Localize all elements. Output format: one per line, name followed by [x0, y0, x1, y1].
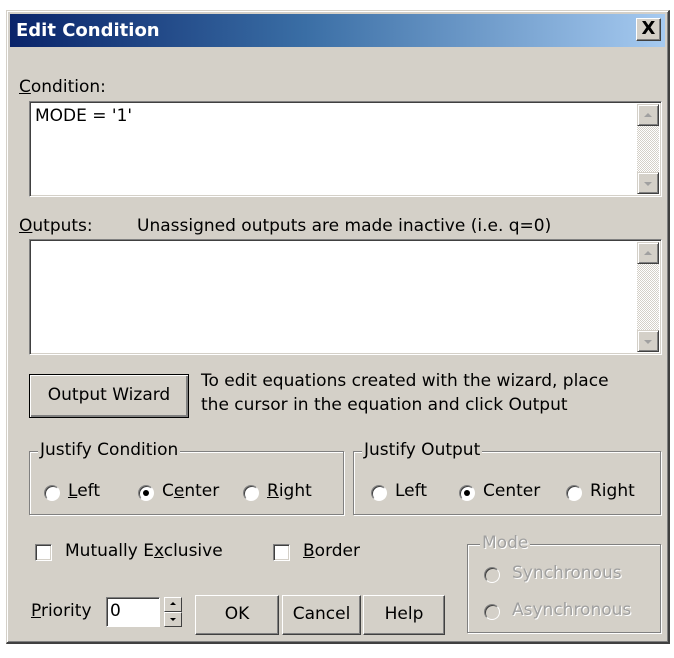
condition-scroll-down-button[interactable]	[637, 172, 659, 194]
help-button[interactable]: Help	[363, 595, 445, 635]
justify-condition-right-label[interactable]: Right	[267, 481, 312, 501]
window-title: Edit Condition	[16, 20, 160, 41]
spin-up-icon	[170, 602, 176, 605]
outputs-scroll-down-button[interactable]	[637, 330, 659, 352]
outputs-textarea[interactable]	[29, 239, 662, 355]
condition-text: MODE = '1'	[35, 106, 133, 126]
priority-input[interactable]: 0	[106, 597, 160, 627]
synchronous-radio	[484, 567, 500, 583]
outputs-label: Outputs:	[19, 216, 93, 236]
justify-output-group: Justify Output Left Center Right	[353, 440, 661, 515]
justify-condition-center-radio[interactable]	[138, 485, 154, 501]
priority-label: Priority	[31, 601, 92, 621]
asynchronous-radio	[484, 604, 500, 620]
edit-condition-dialog: Edit Condition X Condition: MODE = '1' O…	[6, 10, 670, 644]
mutually-exclusive-checkbox[interactable]	[35, 544, 52, 561]
justify-condition-center-label[interactable]: Center	[162, 481, 219, 501]
spin-down-icon	[170, 618, 176, 621]
arrow-up-icon	[644, 251, 652, 255]
title-bar[interactable]: Edit Condition X	[10, 14, 665, 47]
justify-condition-title: Justify Condition	[38, 440, 181, 460]
justify-output-left-radio[interactable]	[371, 485, 387, 501]
arrow-down-icon	[644, 340, 652, 344]
border-checkbox[interactable]	[273, 544, 290, 561]
justify-output-center-radio[interactable]	[459, 485, 475, 501]
arrow-down-icon	[644, 182, 652, 186]
outputs-scroll-up-button[interactable]	[637, 242, 659, 264]
justify-condition-right-radio[interactable]	[243, 485, 259, 501]
mutually-exclusive-label[interactable]: Mutually Exclusive	[65, 541, 223, 561]
justify-condition-left-label[interactable]: Left	[68, 481, 100, 501]
condition-textarea[interactable]: MODE = '1'	[29, 101, 662, 197]
mode-group: Mode Synchronous Asynchronous	[467, 533, 661, 633]
outputs-scrollbar[interactable]	[637, 242, 659, 352]
close-button[interactable]: X	[636, 18, 661, 41]
outputs-note: Unassigned outputs are made inactive (i.…	[137, 216, 552, 236]
wizard-hint-line1: To edit equations created with the wizar…	[201, 371, 609, 391]
justify-output-center-label[interactable]: Center	[483, 481, 540, 501]
close-icon: X	[641, 18, 656, 39]
synchronous-label: Synchronous	[512, 563, 622, 583]
condition-scrollbar[interactable]	[637, 104, 659, 194]
cancel-button[interactable]: Cancel	[282, 595, 361, 635]
priority-spin-down[interactable]	[164, 612, 182, 627]
output-wizard-button[interactable]: Output Wizard	[29, 374, 189, 418]
justify-output-title: Justify Output	[362, 440, 483, 460]
wizard-hint-line2: the cursor in the equation and click Out…	[201, 395, 568, 415]
asynchronous-label: Asynchronous	[512, 600, 632, 620]
justify-condition-group: Justify Condition Left Center Right	[29, 440, 344, 515]
mode-title: Mode	[480, 533, 531, 553]
condition-label: Condition:	[19, 77, 106, 97]
ok-button[interactable]: OK	[195, 595, 279, 635]
justify-output-right-label[interactable]: Right	[590, 481, 635, 501]
justify-condition-left-radio[interactable]	[44, 485, 60, 501]
justify-output-left-label[interactable]: Left	[395, 481, 427, 501]
wizard-hint: To edit equations created with the wizar…	[201, 369, 609, 417]
justify-output-right-radio[interactable]	[566, 485, 582, 501]
priority-spin-up[interactable]	[164, 597, 182, 612]
border-label[interactable]: Border	[303, 541, 360, 561]
arrow-up-icon	[644, 113, 652, 117]
condition-scroll-up-button[interactable]	[637, 104, 659, 126]
